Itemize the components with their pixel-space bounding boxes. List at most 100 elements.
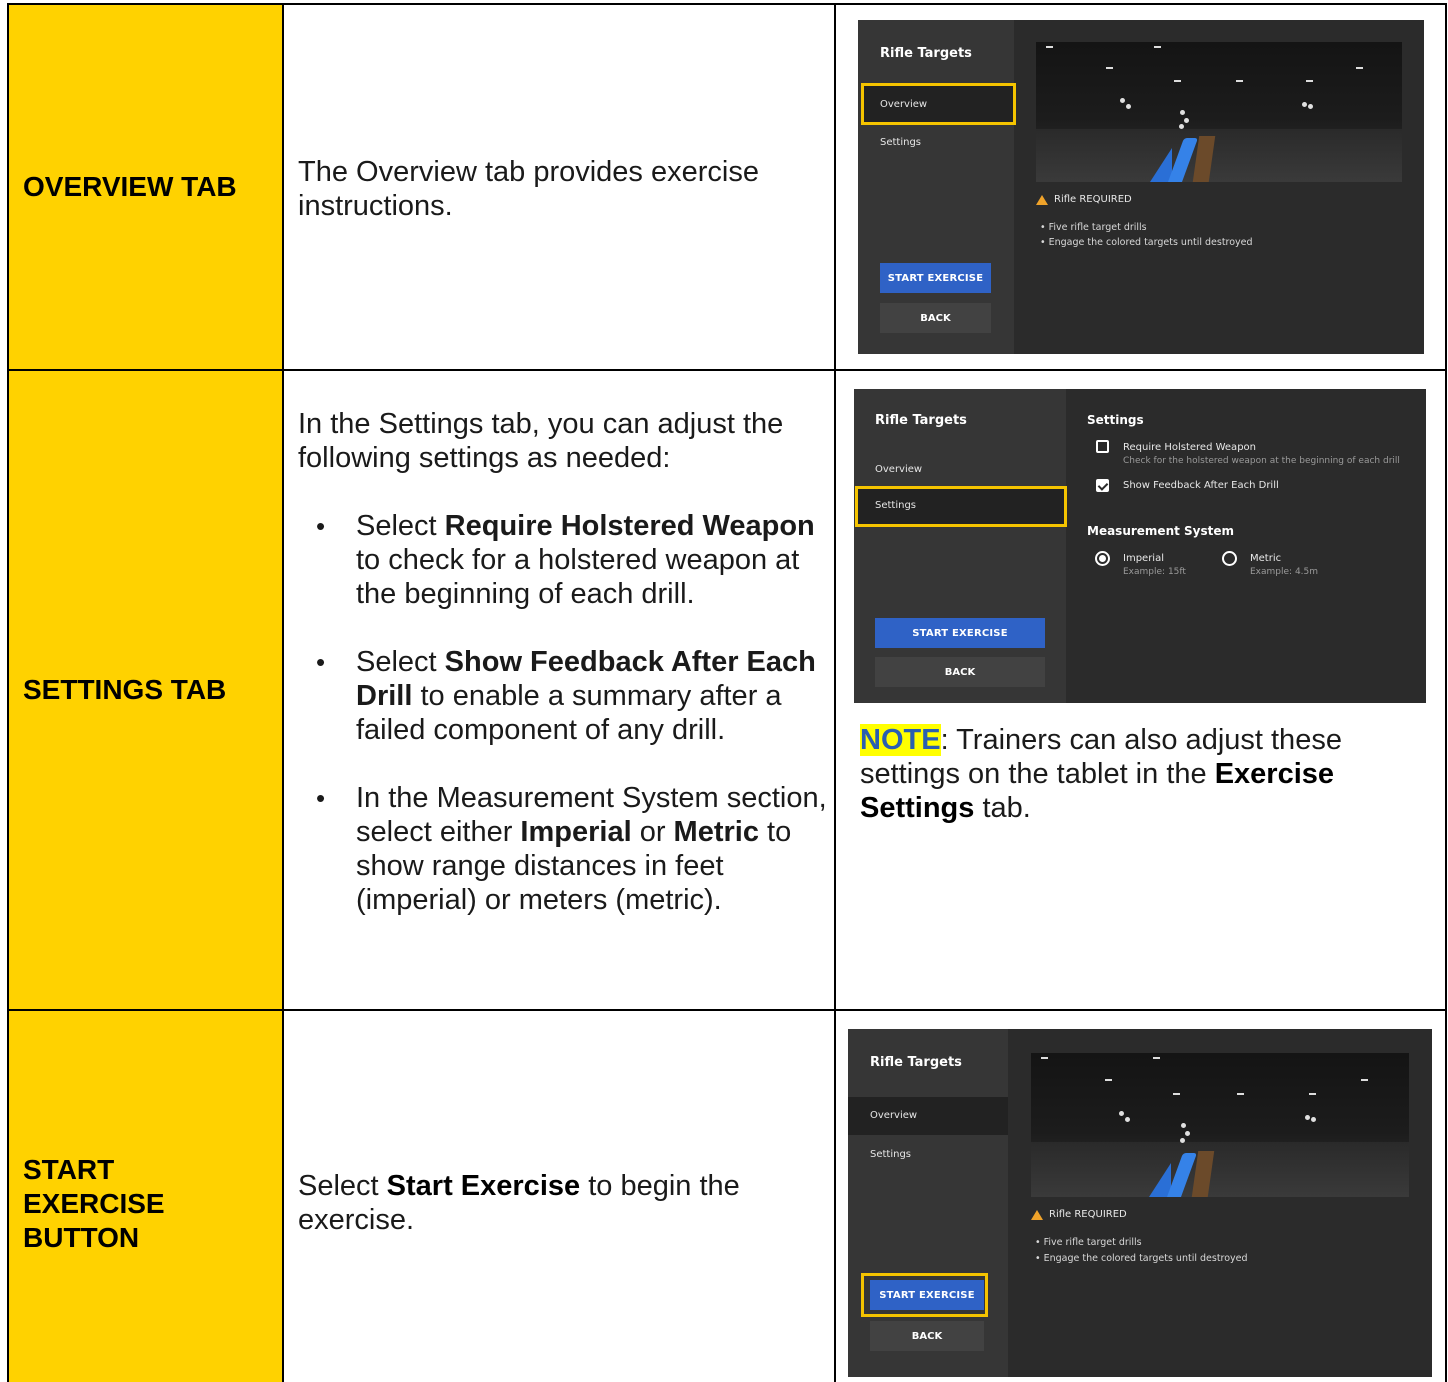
settings-description-cell: In the Settings tab, you can adjust the … bbox=[284, 371, 836, 1009]
tab-settings[interactable]: Settings bbox=[870, 1149, 911, 1160]
settings-screenshot: Rifle Targets Overview Settings START EX… bbox=[854, 389, 1426, 703]
back-button[interactable]: BACK bbox=[870, 1321, 984, 1351]
settings-tab-label: SETTINGS TAB bbox=[23, 674, 227, 705]
highlight-box bbox=[861, 83, 1016, 125]
require-holstered-checkbox[interactable] bbox=[1096, 440, 1109, 453]
ceiling-light bbox=[1041, 1057, 1048, 1059]
bullet-text: to enable a summary after a failed compo… bbox=[356, 680, 782, 746]
metric-example: Example: 4.5m bbox=[1250, 567, 1319, 577]
app-title: Rifle Targets bbox=[870, 1055, 962, 1070]
ceiling-light bbox=[1174, 80, 1181, 82]
note-label: NOTE bbox=[860, 724, 941, 756]
target-dot bbox=[1184, 118, 1189, 123]
highlight-box bbox=[861, 1273, 988, 1317]
start-exercise-row: START EXERCISE BUTTON Select Start Exerc… bbox=[9, 1011, 1445, 1382]
info-line-1: • Five rifle target drills bbox=[1035, 1237, 1142, 1248]
start-screenshot: Rifle Targets Overview Settings START EX… bbox=[848, 1029, 1432, 1377]
app-title: Rifle Targets bbox=[880, 46, 972, 61]
app-title: Rifle Targets bbox=[875, 413, 967, 428]
requirement-warning: Rifle REQUIRED bbox=[1031, 1209, 1127, 1220]
measurement-heading: Measurement System bbox=[1087, 524, 1235, 538]
ceiling-light bbox=[1236, 80, 1243, 82]
instruction-table: OVERVIEW TAB The Overview tab provides e… bbox=[7, 3, 1447, 1382]
target-dot bbox=[1126, 104, 1131, 109]
bullet-text: Select bbox=[356, 646, 445, 678]
bullet-require-holstered: Select Require Holstered Weapon to check… bbox=[298, 509, 828, 611]
require-holstered-label: Require Holstered Weapon bbox=[1123, 442, 1256, 453]
requirement-warning: Rifle REQUIRED bbox=[1036, 194, 1132, 205]
requirement-text: Rifle REQUIRED bbox=[1049, 1209, 1127, 1220]
bullet-bold: Metric bbox=[673, 816, 759, 848]
settings-bullet-list: Select Require Holstered Weapon to check… bbox=[298, 509, 828, 917]
imperial-label: Imperial bbox=[1123, 553, 1164, 564]
requirement-text: Rifle REQUIRED bbox=[1054, 194, 1132, 205]
info-line-1: • Five rifle target drills bbox=[1040, 222, 1147, 233]
target-dot bbox=[1120, 98, 1125, 103]
overview-screenshot: Rifle Targets Overview Settings START EX… bbox=[858, 20, 1424, 354]
target-dot bbox=[1305, 1115, 1310, 1120]
back-button[interactable]: BACK bbox=[880, 303, 991, 333]
info-line-2: • Engage the colored targets until destr… bbox=[1040, 237, 1253, 248]
range-floor bbox=[1031, 1142, 1409, 1197]
tab-settings[interactable]: Settings bbox=[880, 137, 921, 148]
start-screenshot-cell: Rifle Targets Overview Settings START EX… bbox=[836, 1011, 1445, 1382]
range-preview-image bbox=[1036, 42, 1402, 182]
target-dot bbox=[1302, 102, 1307, 107]
imperial-example: Example: 15ft bbox=[1123, 567, 1186, 577]
start-description-cell: Select Start Exercise to begin the exerc… bbox=[284, 1011, 836, 1382]
start-label-cell: START EXERCISE BUTTON bbox=[9, 1011, 284, 1382]
ceiling-light bbox=[1153, 1057, 1160, 1059]
overview-description: The Overview tab provides exercise instr… bbox=[298, 156, 759, 222]
settings-label-cell: SETTINGS TAB bbox=[9, 371, 284, 1009]
trainer-note: NOTE: Trainers can also adjust these set… bbox=[860, 723, 1420, 825]
overview-label-cell: OVERVIEW TAB bbox=[9, 5, 284, 369]
settings-heading: Settings bbox=[1087, 413, 1144, 427]
bullet-bold: Require Holstered Weapon bbox=[444, 510, 815, 542]
show-feedback-checkbox[interactable] bbox=[1096, 479, 1109, 492]
ceiling-light bbox=[1309, 1093, 1316, 1095]
highlight-box bbox=[855, 486, 1067, 527]
bullet-show-feedback: Select Show Feedback After Each Drill to… bbox=[298, 645, 828, 747]
tab-overview[interactable]: Overview bbox=[870, 1110, 917, 1121]
label-line: START bbox=[23, 1154, 115, 1185]
target-dot bbox=[1179, 124, 1184, 129]
warning-icon bbox=[1036, 194, 1048, 205]
info-line-2: • Engage the colored targets until destr… bbox=[1035, 1253, 1248, 1264]
ceiling-light bbox=[1105, 1079, 1112, 1081]
settings-intro: In the Settings tab, you can adjust the … bbox=[298, 408, 784, 474]
settings-row: SETTINGS TAB In the Settings tab, you ca… bbox=[9, 371, 1445, 1011]
target-dot bbox=[1180, 110, 1185, 115]
start-exercise-button[interactable]: START EXERCISE bbox=[875, 618, 1045, 648]
start-exercise-button[interactable]: START EXERCISE bbox=[880, 263, 991, 293]
metric-radio[interactable] bbox=[1222, 551, 1237, 566]
note-end: tab. bbox=[974, 792, 1031, 824]
show-feedback-label: Show Feedback After Each Drill bbox=[1123, 480, 1279, 491]
ceiling-light bbox=[1106, 67, 1113, 69]
label-line: EXERCISE bbox=[23, 1188, 165, 1219]
target-dot bbox=[1308, 104, 1313, 109]
target-dot bbox=[1311, 1117, 1316, 1122]
start-description: Select Start Exercise to begin the exerc… bbox=[298, 1169, 818, 1237]
target-dot bbox=[1181, 1123, 1186, 1128]
start-exercise-button-label: START EXERCISE BUTTON bbox=[23, 1153, 165, 1255]
range-floor bbox=[1036, 128, 1402, 182]
ceiling-light bbox=[1046, 46, 1053, 48]
bullet-measurement-system: In the Measurement System section, selec… bbox=[298, 781, 828, 917]
require-holstered-hint: Check for the holstered weapon at the be… bbox=[1123, 456, 1400, 466]
overview-description-cell: The Overview tab provides exercise instr… bbox=[284, 5, 836, 369]
ceiling-light bbox=[1306, 80, 1313, 82]
settings-screenshot-cell: Rifle Targets Overview Settings START EX… bbox=[836, 371, 1445, 1009]
overview-tab-label: OVERVIEW TAB bbox=[23, 171, 237, 202]
back-button[interactable]: BACK bbox=[875, 657, 1045, 687]
desc-bold: Start Exercise bbox=[386, 1170, 581, 1202]
imperial-radio[interactable] bbox=[1095, 551, 1110, 566]
menu-sidebar bbox=[854, 389, 1066, 703]
ceiling-light bbox=[1154, 46, 1161, 48]
target-dot bbox=[1185, 1131, 1190, 1136]
tab-overview[interactable]: Overview bbox=[875, 464, 922, 475]
label-line: BUTTON bbox=[23, 1222, 140, 1253]
overview-row: OVERVIEW TAB The Overview tab provides e… bbox=[9, 5, 1445, 371]
bullet-text: or bbox=[631, 816, 674, 848]
ceiling-light bbox=[1356, 67, 1363, 69]
range-preview-image bbox=[1031, 1053, 1409, 1197]
